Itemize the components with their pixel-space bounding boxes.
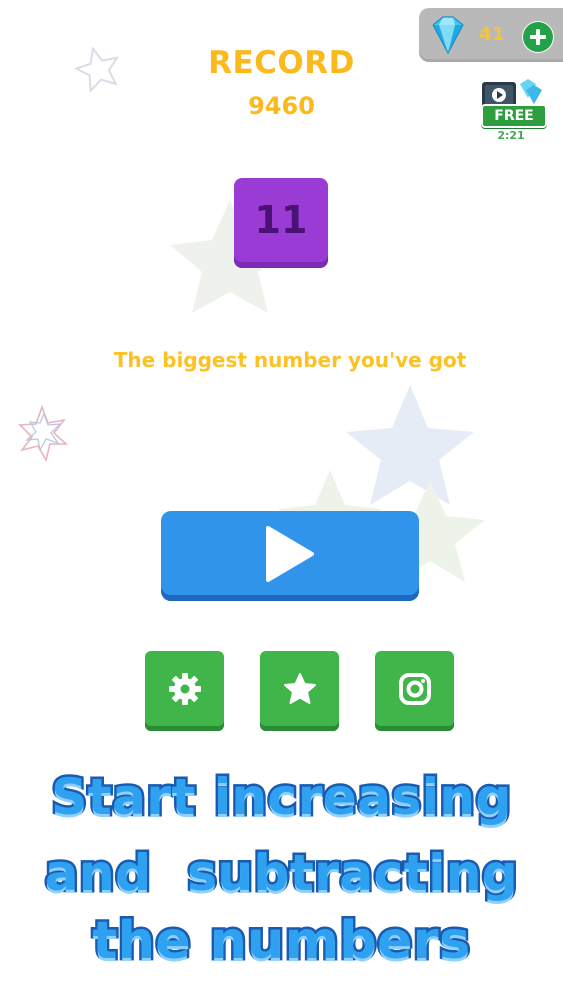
play-icon [266, 526, 314, 582]
camera-icon [399, 673, 431, 705]
star-icon [284, 673, 316, 704]
record-value: 9460 [248, 92, 315, 120]
promo-line-3: the numbers [90, 909, 473, 974]
gear-icon [169, 673, 201, 705]
biggest-number-value: 11 [254, 198, 308, 242]
instagram-button[interactable] [375, 651, 454, 731]
blue-star-decoration [346, 385, 474, 505]
biggest-number-tile: 11 [234, 178, 328, 268]
record-title: RECORD [208, 45, 355, 81]
sparkle-star-decoration [18, 404, 69, 463]
promo-line-2: and subtracting [42, 842, 520, 905]
biggest-number-caption: The biggest number you've got [113, 348, 467, 372]
free-timer: 2:21 [497, 129, 525, 142]
promo-line-1: Start increasing [49, 766, 514, 829]
rate-button[interactable] [260, 651, 339, 731]
settings-button[interactable] [145, 651, 224, 731]
